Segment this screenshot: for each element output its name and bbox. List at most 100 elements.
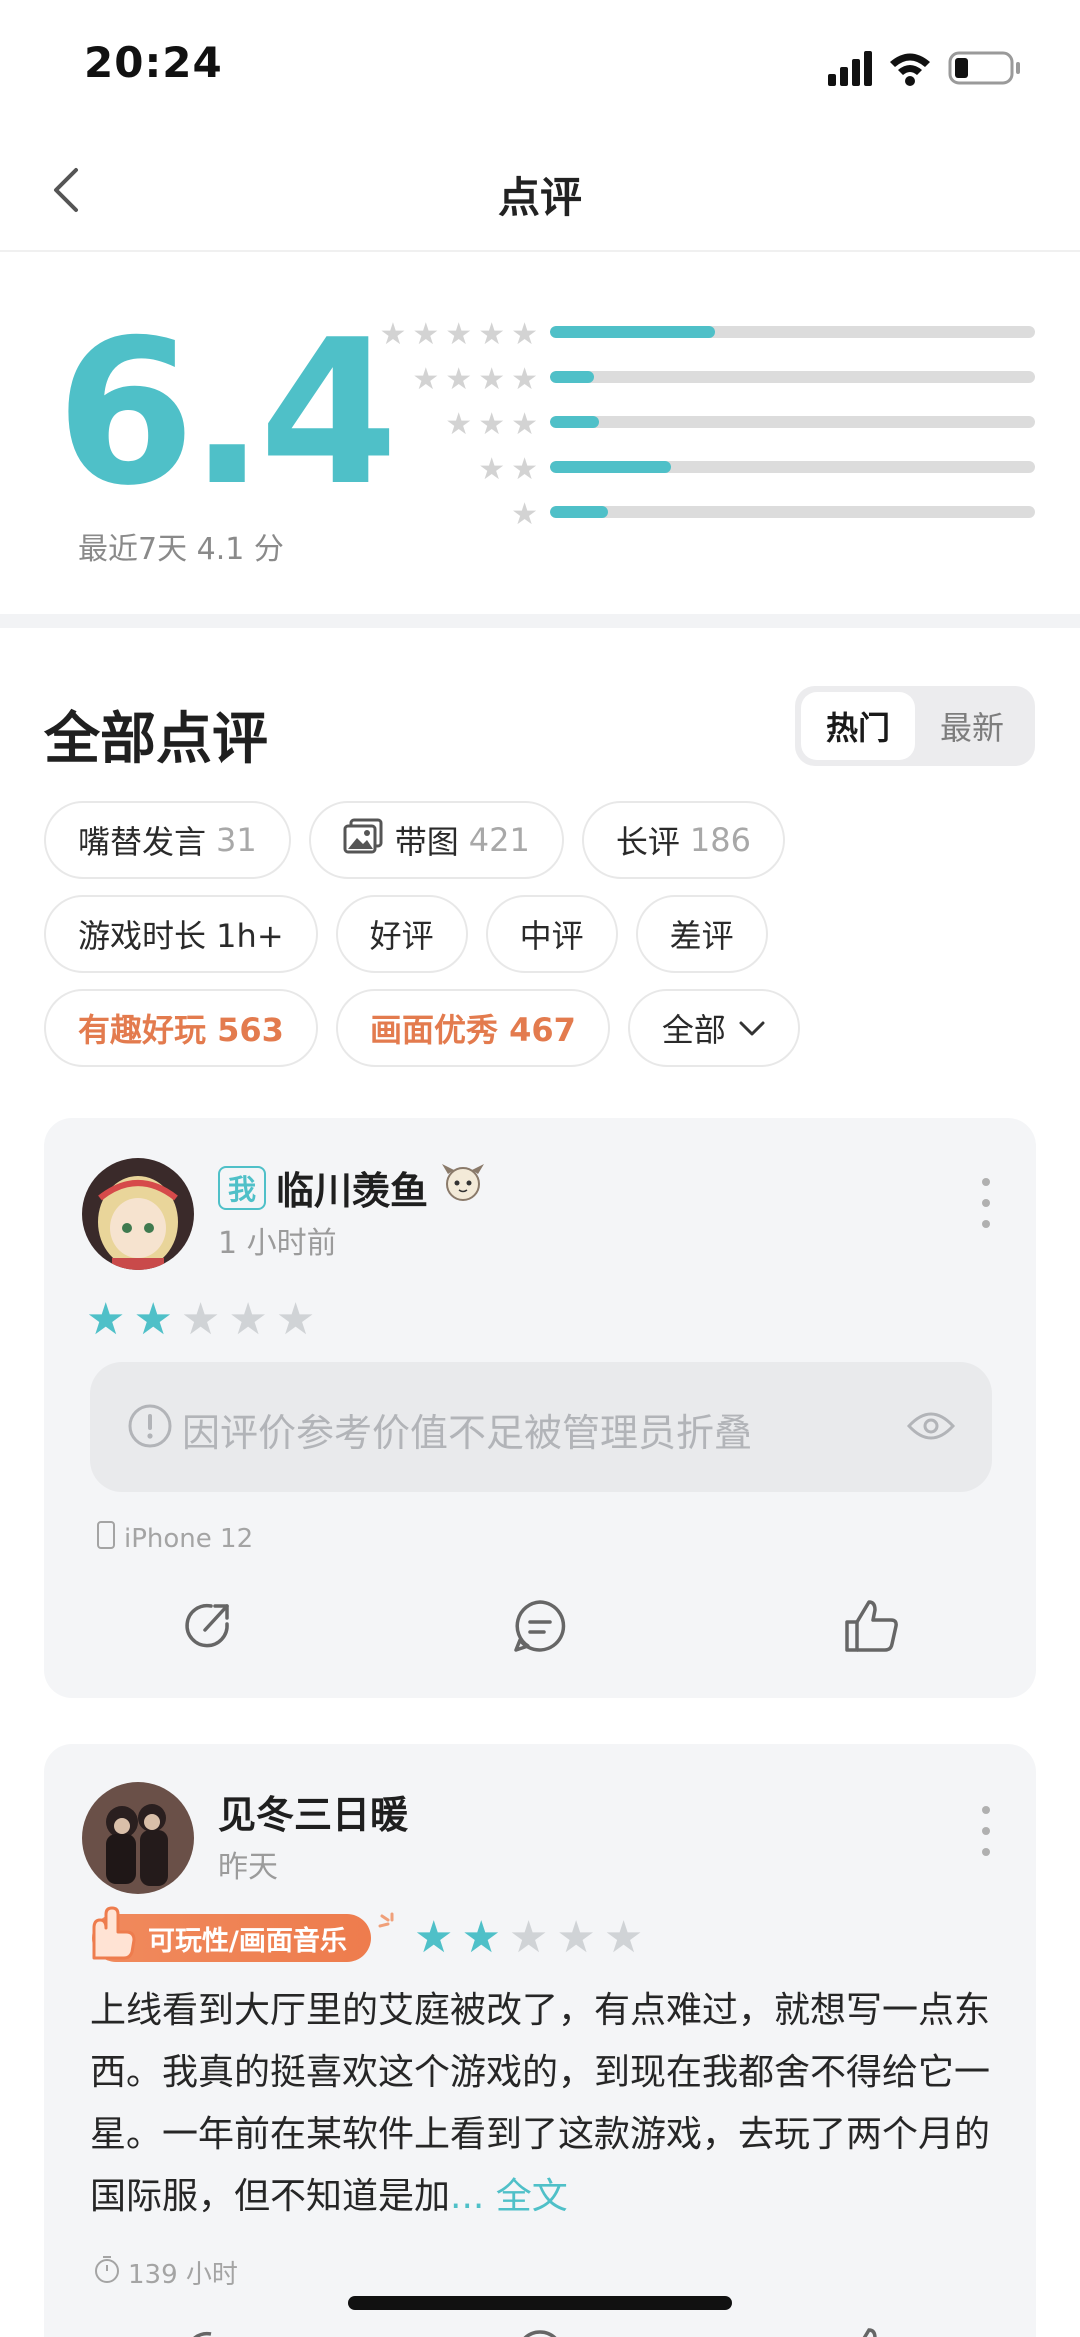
comment-icon bbox=[514, 1600, 566, 1652]
sort-hot-button[interactable]: 热门 bbox=[801, 692, 915, 760]
status-bar: 20:24 bbox=[0, 0, 1080, 130]
filter-chip-fun[interactable]: 有趣好玩 563 bbox=[44, 989, 318, 1067]
star-icon: ★ bbox=[556, 1912, 596, 1963]
eye-icon[interactable] bbox=[906, 1406, 956, 1450]
rating-bar-fill bbox=[550, 461, 672, 473]
filter-chips: 嘴替发言 31 带图 421 长评 186 游戏时长 1h+ 好评 中评 差评 bbox=[44, 801, 1044, 1083]
filter-chip-long-review[interactable]: 长评 186 bbox=[581, 801, 785, 879]
rating-bar bbox=[550, 416, 1035, 428]
star-icon: ★ bbox=[478, 407, 506, 442]
rating-row-2: ★ ★ bbox=[370, 447, 1040, 492]
star-icon: ★ bbox=[228, 1294, 268, 1345]
star-icon: ★ bbox=[133, 1294, 173, 1345]
like-button[interactable] bbox=[831, 1586, 911, 1666]
comment-button[interactable] bbox=[500, 2314, 580, 2337]
rating-row-1: ★ bbox=[370, 492, 1040, 537]
playtime-value: 139 小时 bbox=[128, 2260, 238, 2290]
signal-icon bbox=[828, 51, 872, 86]
timer-icon bbox=[92, 2254, 122, 2291]
star-icon: ★ bbox=[511, 407, 538, 442]
filter-chip-neutral[interactable]: 中评 bbox=[485, 895, 618, 973]
rating-bar-fill bbox=[550, 371, 594, 383]
avatar[interactable] bbox=[82, 1782, 194, 1894]
rating-bar bbox=[550, 371, 1035, 383]
star-icon: ★ bbox=[86, 1294, 126, 1345]
rating-row-3: ★ ★ ★ bbox=[370, 402, 1040, 447]
star-icon: ★ bbox=[445, 317, 473, 352]
share-button[interactable] bbox=[169, 2314, 249, 2337]
row-stars: ★ ★ ★ ★ ★ bbox=[379, 320, 538, 350]
review-card[interactable]: 我 临川羡鱼 1 小时前 ★ ★ ★ ★ ★ 因评价参考价值不足被管理员折叠 i… bbox=[44, 1118, 1036, 1698]
rating-bar bbox=[550, 326, 1035, 338]
review-actions bbox=[44, 2314, 1036, 2337]
hand-pointer-icon bbox=[80, 1904, 138, 1966]
review-time: 1 小时前 bbox=[218, 1226, 337, 1261]
review-tag-label: 可玩性/画面音乐 bbox=[148, 1925, 347, 1957]
sort-toggle: 热门 最新 bbox=[795, 686, 1035, 766]
filter-chip-with-image[interactable]: 带图 421 bbox=[308, 801, 564, 879]
nav-bar: 点评 bbox=[0, 130, 1080, 252]
share-button[interactable] bbox=[169, 1586, 249, 1666]
sort-new-button[interactable]: 最新 bbox=[915, 692, 1029, 760]
rating-bar bbox=[550, 506, 1035, 518]
chevron-down-icon bbox=[738, 1009, 766, 1047]
chip-label: 嘴替发言 bbox=[78, 823, 207, 861]
chip-count: 421 bbox=[468, 821, 530, 859]
chip-label: 长评 bbox=[615, 823, 680, 861]
more-options-button[interactable] bbox=[976, 1178, 996, 1228]
home-indicator bbox=[348, 2296, 732, 2310]
star-icon: ★ bbox=[461, 1912, 501, 1963]
section-divider bbox=[0, 614, 1080, 628]
review-rating: ★ ★ ★ ★ ★ bbox=[86, 1298, 315, 1342]
alert-circle-icon bbox=[126, 1402, 174, 1454]
row-stars: ★ bbox=[511, 500, 538, 530]
star-icon: ★ bbox=[508, 1912, 549, 1963]
star-icon: ★ bbox=[379, 317, 407, 352]
star-icon: ★ bbox=[603, 1912, 644, 1963]
username-row: 见冬三日暖 bbox=[218, 1784, 408, 1839]
star-icon: ★ bbox=[511, 317, 538, 352]
wifi-icon bbox=[890, 53, 930, 86]
sparkle-icon bbox=[378, 1912, 400, 1938]
chip-count: 186 bbox=[689, 821, 751, 859]
phone-icon bbox=[96, 1520, 116, 1557]
filter-chip-negative[interactable]: 差评 bbox=[635, 895, 768, 973]
comment-icon bbox=[523, 2330, 557, 2337]
star-icon: ★ bbox=[478, 452, 506, 487]
rating-bar-fill bbox=[550, 416, 599, 428]
review-card[interactable]: 见冬三日暖 昨天 可玩性/画面音乐 ★ ★ ★ ★ ★ 上线看到大厅里的艾庭被改了，有点… bbox=[44, 1744, 1036, 2337]
section-title: 全部点评 bbox=[44, 707, 268, 772]
filter-chip-positive[interactable]: 好评 bbox=[335, 895, 468, 973]
device-info: iPhone 12 bbox=[96, 1520, 253, 1557]
share-icon bbox=[193, 2331, 212, 2337]
rating-row-5: ★ ★ ★ ★ ★ bbox=[370, 312, 1040, 357]
rating-summary: 6.4 最近7天 4.1 分 ★ ★ ★ ★ ★ ★ ★ ★ ★ ★ ★ ★ ★ ★ ★ bbox=[0, 252, 1080, 614]
row-stars: ★ ★ ★ ★ bbox=[412, 365, 538, 395]
avatar[interactable] bbox=[82, 1158, 194, 1270]
more-options-button[interactable] bbox=[976, 1806, 996, 1856]
folded-notice[interactable]: 因评价参考价值不足被管理员折叠 bbox=[90, 1362, 992, 1492]
rating-bar-fill bbox=[550, 506, 609, 518]
filter-chip-graphics[interactable]: 画面优秀 467 bbox=[335, 989, 610, 1067]
filter-chip-spokesperson[interactable]: 嘴替发言 31 bbox=[44, 801, 291, 879]
rating-bar bbox=[550, 461, 1035, 473]
device-name: iPhone 12 bbox=[124, 1523, 254, 1554]
username[interactable]: 临川羡鱼 bbox=[276, 1160, 428, 1215]
comment-button[interactable] bbox=[500, 1586, 580, 1666]
filter-chip-all-dropdown[interactable]: 全部 bbox=[627, 989, 800, 1067]
filter-chip-playtime[interactable]: 游戏时长 1h+ bbox=[44, 895, 318, 973]
username[interactable]: 见冬三日暖 bbox=[218, 1784, 408, 1839]
chip-count: 31 bbox=[216, 821, 257, 859]
review-text: 上线看到大厅里的艾庭被改了，有点难过，就想写一点东西。我真的挺喜欢这个游戏的，到… bbox=[90, 1980, 1000, 2228]
like-button[interactable] bbox=[831, 2314, 911, 2337]
chip-label: 全部 bbox=[661, 1011, 726, 1049]
chip-label: 带图 bbox=[394, 823, 459, 861]
row-stars: ★ ★ bbox=[478, 455, 538, 485]
battery-icon bbox=[948, 51, 1020, 85]
status-time: 20:24 bbox=[84, 38, 223, 87]
star-icon: ★ bbox=[511, 452, 538, 487]
star-icon: ★ bbox=[275, 1294, 316, 1345]
review-time: 昨天 bbox=[218, 1850, 278, 1885]
star-icon: ★ bbox=[445, 362, 473, 397]
read-more-link[interactable]: ... 全文 bbox=[450, 2176, 568, 2217]
